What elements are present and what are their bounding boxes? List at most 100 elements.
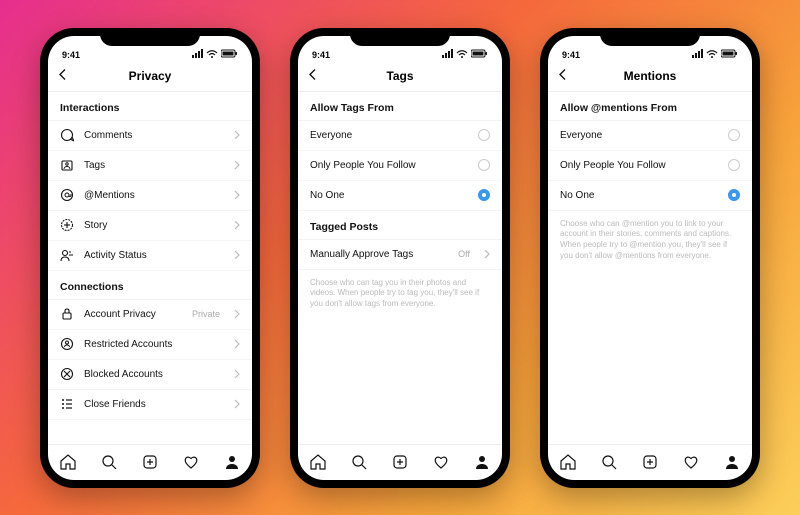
option-everyone[interactable]: Everyone [298,121,502,151]
story-icon [60,218,74,232]
status-time: 9:41 [562,50,580,60]
row-story[interactable]: Story [48,211,252,241]
tab-add[interactable] [641,454,659,470]
screen-privacy: 9:41 Privacy Interactions Comments Tags [48,36,252,480]
notch [600,28,700,46]
back-button[interactable] [558,69,567,84]
section-header-connections: Connections [48,271,252,300]
list-icon [60,397,74,411]
option-label: No One [310,190,468,201]
help-text: Choose who can @mention you to link to y… [548,211,752,270]
back-button[interactable] [308,69,317,84]
chevron-right-icon [234,130,240,140]
option-label: Everyone [560,130,718,141]
row-activity-status[interactable]: Activity Status [48,241,252,271]
tab-bar [48,444,252,480]
option-no-one[interactable]: No One [298,181,502,211]
chevron-right-icon [234,399,240,409]
radio-icon [728,129,740,141]
tab-home[interactable] [559,453,577,471]
phone-tags: 9:41 Tags Allow Tags From Everyone Only … [290,28,510,488]
wifi-icon [706,49,718,60]
page-title: Mentions [624,69,677,83]
wifi-icon [206,49,218,60]
chevron-right-icon [234,190,240,200]
section-header-interactions: Interactions [48,92,252,121]
notch [100,28,200,46]
option-label: Only People You Follow [560,160,718,171]
section-header-allow-tags: Allow Tags From [298,92,502,121]
option-everyone[interactable]: Everyone [548,121,752,151]
signal-icon [192,49,203,60]
tab-activity[interactable] [182,454,200,470]
chevron-right-icon [234,369,240,379]
tab-search[interactable] [600,454,618,470]
row-restricted-accounts[interactable]: Restricted Accounts [48,330,252,360]
option-no-one[interactable]: No One [548,181,752,211]
row-label: @Mentions [84,190,224,201]
row-label: Account Privacy [84,309,182,320]
tab-home[interactable] [309,453,327,471]
row-comments[interactable]: Comments [48,121,252,151]
signal-icon [692,49,703,60]
lock-icon [60,307,74,321]
nav-header: Mentions [548,62,752,92]
row-account-privacy[interactable]: Account Privacy Private [48,300,252,330]
row-blocked-accounts[interactable]: Blocked Accounts [48,360,252,390]
radio-selected-icon [478,189,490,201]
tab-activity[interactable] [682,454,700,470]
row-value: Off [458,249,470,259]
blocked-icon [60,367,74,381]
notch [350,28,450,46]
mention-icon [60,188,74,202]
tab-profile[interactable] [723,454,741,470]
wifi-icon [456,49,468,60]
option-label: Only People You Follow [310,160,468,171]
signal-icon [442,49,453,60]
chevron-right-icon [234,220,240,230]
battery-icon [471,49,488,60]
tab-search[interactable] [350,454,368,470]
nav-header: Privacy [48,62,252,92]
option-following[interactable]: Only People You Follow [548,151,752,181]
chevron-right-icon [484,249,490,259]
phone-mentions: 9:41 Mentions Allow @mentions From Every… [540,28,760,488]
status-indicators [442,49,488,60]
radio-icon [728,159,740,171]
chevron-right-icon [234,250,240,260]
restricted-icon [60,337,74,351]
content-mentions[interactable]: Allow @mentions From Everyone Only Peopl… [548,92,752,444]
row-label: Story [84,220,224,231]
content-privacy[interactable]: Interactions Comments Tags @Mentions Sto… [48,92,252,444]
chevron-right-icon [234,160,240,170]
row-mentions[interactable]: @Mentions [48,181,252,211]
back-button[interactable] [58,69,67,84]
radio-icon [478,129,490,141]
page-title: Tags [386,69,413,83]
comment-icon [60,128,74,142]
row-label: Tags [84,160,224,171]
tab-activity[interactable] [432,454,450,470]
tab-profile[interactable] [473,454,491,470]
radio-icon [478,159,490,171]
row-label: Close Friends [84,399,224,410]
tab-add[interactable] [141,454,159,470]
option-following[interactable]: Only People You Follow [298,151,502,181]
tag-icon [60,158,74,172]
tab-search[interactable] [100,454,118,470]
content-tags[interactable]: Allow Tags From Everyone Only People You… [298,92,502,444]
row-tags[interactable]: Tags [48,151,252,181]
battery-icon [221,49,238,60]
section-header-tagged-posts: Tagged Posts [298,211,502,240]
row-close-friends[interactable]: Close Friends [48,390,252,420]
row-label: Comments [84,130,224,141]
tab-profile[interactable] [223,454,241,470]
row-manual-approve[interactable]: Manually Approve Tags Off [298,240,502,270]
status-time: 9:41 [62,50,80,60]
tab-add[interactable] [391,454,409,470]
row-label: Activity Status [84,250,224,261]
screen-tags: 9:41 Tags Allow Tags From Everyone Only … [298,36,502,480]
page-title: Privacy [129,69,172,83]
tab-home[interactable] [59,453,77,471]
row-label: Manually Approve Tags [310,249,448,260]
